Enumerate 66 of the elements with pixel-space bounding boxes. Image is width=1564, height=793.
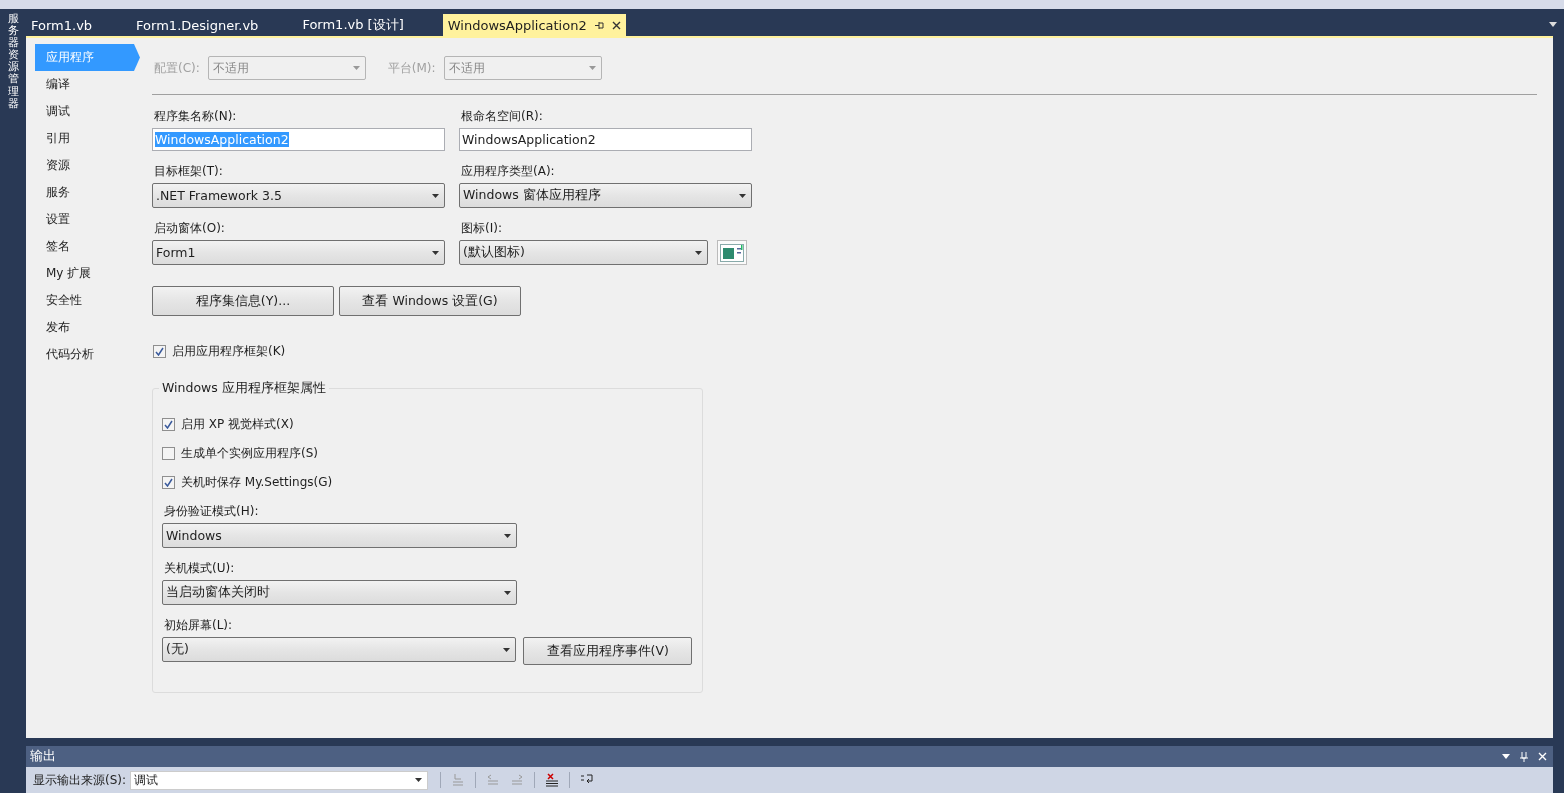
checkbox[interactable] (162, 417, 175, 431)
checkbox-label: 启用应用程序框架(K) (172, 342, 286, 360)
dropdown-arrow-icon (432, 250, 439, 255)
dialog-button[interactable]: 程序集信息(Y)... (152, 286, 334, 316)
document-tab[interactable]: WindowsApplication2 (442, 14, 626, 36)
field-label: 平台(M): (387, 59, 436, 77)
field-label: 身份验证模式(H): (163, 504, 260, 519)
document-tab[interactable]: Form1.vb [设计] (297, 14, 409, 36)
checkbox[interactable] (153, 344, 166, 358)
checkbox[interactable] (162, 475, 175, 489)
dropdown-arrow-icon (352, 66, 360, 70)
close-icon[interactable] (611, 20, 621, 30)
nav-item[interactable]: 设置 (35, 206, 134, 233)
dropdown[interactable]: 调试 (130, 770, 429, 790)
dropdown[interactable]: Form1 (152, 240, 445, 265)
dropdown[interactable]: (无) (162, 637, 517, 662)
checkbox-label: 启用 XP 视觉样式(X) (181, 415, 294, 433)
dropdown-arrow-icon (504, 533, 511, 538)
nav-item[interactable]: 资源 (35, 152, 134, 179)
checkbox-label: 关机时保存 My.Settings(G) (181, 473, 333, 491)
dialog-button[interactable]: 查看 Windows 设置(G) (339, 286, 521, 316)
dropdown-arrow-icon (739, 193, 746, 198)
field-label: 配置(C): (154, 59, 200, 77)
field-label: 根命名空间(R): (460, 109, 544, 124)
field-label: 应用程序类型(A): (460, 164, 556, 179)
field-label: 显示输出来源(S): (33, 771, 127, 789)
field-label: 图标(I): (460, 221, 503, 236)
nav-item[interactable]: 签名 (35, 233, 134, 260)
checkbox-label: 生成单个实例应用程序(S) (181, 444, 318, 462)
icon-preview-icon[interactable] (717, 240, 747, 265)
nav-item[interactable]: 服务 (35, 179, 134, 206)
panel-title: 输出 (30, 748, 56, 765)
nav-item[interactable]: My 扩展 (35, 260, 134, 287)
dropdown-arrow-icon (415, 778, 423, 782)
dropdown-arrow-icon[interactable] (1502, 754, 1510, 759)
dropdown-arrow-icon (588, 66, 596, 70)
text-field[interactable]: WindowsApplication2 (459, 128, 752, 151)
document-tab[interactable]: Form1.vb (26, 14, 98, 36)
dropdown-arrow-icon (695, 250, 702, 255)
view-events-button[interactable]: 查看应用程序事件(V) (523, 637, 692, 665)
dropdown[interactable]: .NET Framework 3.5 (152, 183, 445, 208)
nav-item[interactable]: 安全性 (35, 287, 134, 314)
pin-icon[interactable] (594, 20, 604, 30)
nav-item[interactable]: 代码分析 (35, 341, 134, 368)
field-label: 目标框架(T): (153, 164, 224, 179)
dropdown[interactable]: Windows (162, 523, 517, 548)
dropdown-arrow-icon[interactable] (1549, 22, 1557, 27)
nav-item[interactable]: 调试 (35, 98, 134, 125)
nav-item[interactable]: 发布 (35, 314, 134, 341)
field-label: 程序集名称(N): (153, 109, 238, 124)
dropdown-arrow-icon (432, 193, 439, 198)
dropdown[interactable]: 当启动窗体关闭时 (162, 580, 517, 605)
document-tab[interactable]: Form1.Designer.vb (131, 14, 264, 36)
dropdown-arrow-icon (504, 590, 511, 595)
nav-item[interactable]: 引用 (35, 125, 134, 152)
dropdown[interactable]: (默认图标) (459, 240, 708, 265)
checkbox[interactable] (162, 446, 175, 460)
nav-item[interactable]: 编译 (35, 71, 134, 98)
dropdown-arrow-icon (503, 647, 511, 652)
dropdown[interactable]: Windows 窗体应用程序 (459, 183, 752, 208)
field-label: 关机模式(U): (163, 561, 236, 576)
clear-all-icon[interactable] (545, 773, 560, 787)
group-title: Windows 应用程序框架属性 (159, 380, 329, 397)
side-panel-tab[interactable]: 服务器资源管理器 (7, 13, 19, 738)
field-label: 启动窗体(O): (153, 221, 226, 236)
field-label: 初始屏幕(L): (163, 618, 234, 633)
